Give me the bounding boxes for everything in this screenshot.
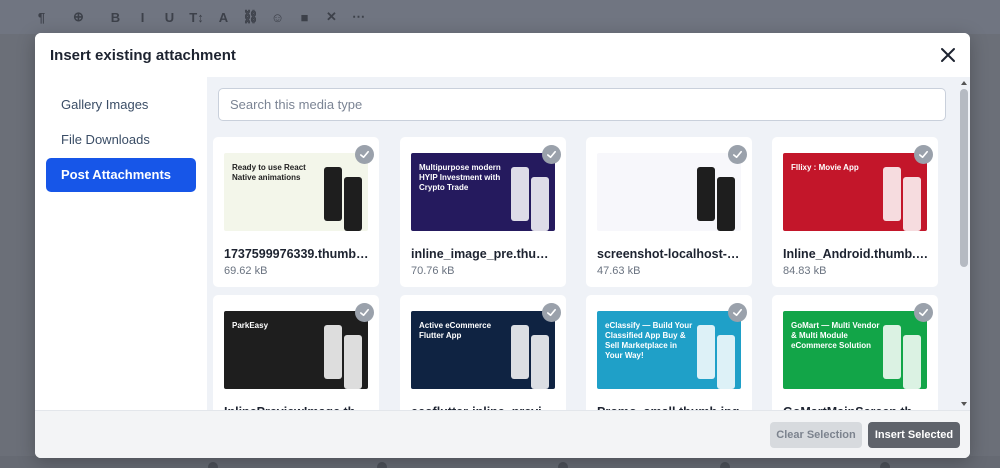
select-checkmark-icon[interactable] — [728, 303, 747, 322]
select-checkmark-icon[interactable] — [355, 303, 374, 322]
clear-selection-button[interactable]: Clear Selection — [770, 422, 862, 448]
phone-mockup-image — [697, 167, 715, 221]
text-size-icon: T↕ — [189, 9, 204, 25]
phone-mockup-image — [903, 177, 921, 231]
modal-header: Insert existing attachment — [35, 33, 970, 77]
scroll-down-arrow-icon[interactable] — [961, 402, 967, 406]
attachment-card[interactable]: screenshot-localhost-2024… 47.63 kB — [586, 137, 752, 287]
attachment-thumbnail: GoMart — Multi Vendor & Multi Module eCo… — [783, 311, 927, 389]
attachment-thumbnail: eClassify — Build Your Classified App Bu… — [597, 311, 741, 389]
thumbnail-caption: Fllixy : Movie App — [791, 163, 859, 172]
attachment-filename: inline_image_pre.thumb.jpg — [411, 247, 559, 261]
attachment-card[interactable]: Active eCommerce Flutter Appecoflutter-i… — [400, 295, 566, 410]
sidebar-item-gallery-images[interactable]: Gallery Images — [46, 88, 196, 122]
attachment-thumbnail — [597, 153, 741, 231]
scroll-up-arrow-icon[interactable] — [961, 81, 967, 85]
phone-mockup-image — [344, 335, 362, 389]
attachment-card[interactable]: Multipurpose modern HYIP Investment with… — [400, 137, 566, 287]
attachment-thumbnail: Active eCommerce Flutter App — [411, 311, 555, 389]
phone-mockup-image — [717, 335, 735, 389]
search-input[interactable] — [218, 88, 946, 121]
media-type-sidebar: Gallery Images File Downloads Post Attac… — [35, 77, 207, 410]
clear-format-icon: ✕ — [326, 9, 337, 24]
attachment-card[interactable]: Fllixy : Movie App Inline_Android.thumb.j… — [772, 137, 938, 287]
phone-mockup-image — [531, 335, 549, 389]
select-checkmark-icon[interactable] — [542, 145, 561, 164]
close-button[interactable] — [938, 45, 958, 65]
attachment-filename: Inline_Android.thumb.jpg — [783, 247, 931, 261]
attachment-card[interactable]: Ready to use React Native animations 1737… — [213, 137, 379, 287]
attachment-filesize: 69.62 kB — [224, 265, 268, 277]
thumbnail-caption: eClassify — Build Your Classified App Bu… — [605, 321, 693, 360]
underline-icon: U — [164, 9, 175, 25]
modal-footer: Clear Selection Insert Selected — [35, 410, 970, 458]
thumbnail-caption: Multipurpose modern HYIP Investment with… — [419, 163, 501, 192]
insert-icon: ⊕ — [73, 9, 84, 24]
more-icon: ⋯ — [352, 9, 365, 24]
phone-mockup-image — [883, 325, 901, 379]
attachment-filename: screenshot-localhost-2024… — [597, 247, 745, 261]
italic-icon: I — [140, 9, 145, 25]
attachment-thumbnail: Fllixy : Movie App — [783, 153, 927, 231]
attachment-card[interactable]: GoMart — Multi Vendor & Multi Module eCo… — [772, 295, 938, 410]
insert-selected-button[interactable]: Insert Selected — [868, 422, 960, 448]
emoji-icon: ☺ — [270, 9, 285, 25]
phone-mockup-image — [324, 325, 342, 379]
paragraph-icon: ¶ — [37, 9, 46, 25]
thumbnail-caption: Active eCommerce Flutter App — [419, 321, 492, 340]
phone-mockup-image — [511, 325, 529, 379]
thumbnail-caption: GoMart — Multi Vendor & Multi Module eCo… — [791, 321, 880, 350]
select-checkmark-icon[interactable] — [914, 145, 933, 164]
scrollbar-thumb[interactable] — [960, 89, 968, 267]
phone-mockup-image — [511, 167, 529, 221]
text-style-icon: A — [218, 9, 229, 25]
sidebar-item-post-attachments[interactable]: Post Attachments — [46, 158, 196, 192]
close-icon — [941, 48, 955, 62]
phone-mockup-image — [344, 177, 362, 231]
phone-mockup-image — [324, 167, 342, 221]
attachment-card[interactable]: eClassify — Build Your Classified App Bu… — [586, 295, 752, 410]
select-checkmark-icon[interactable] — [914, 303, 933, 322]
select-checkmark-icon[interactable] — [355, 145, 374, 164]
attachment-filesize: 70.76 kB — [411, 265, 455, 277]
link-icon: ⛓ — [242, 9, 259, 24]
attachment-filesize: 84.83 kB — [783, 265, 827, 277]
attachment-thumbnail: ParkEasy — [224, 311, 368, 389]
sidebar-item-file-downloads[interactable]: File Downloads — [46, 123, 196, 157]
attachment-filename: 1737599976339.thumb.png — [224, 247, 372, 261]
attachment-filesize: 47.63 kB — [597, 265, 641, 277]
thumbnail-caption: Ready to use React Native animations — [232, 163, 306, 182]
phone-mockup-image — [883, 167, 901, 221]
modal-title: Insert existing attachment — [50, 47, 236, 64]
phone-mockup-image — [531, 177, 549, 231]
select-checkmark-icon[interactable] — [728, 145, 747, 164]
thumbnail-caption: ParkEasy — [232, 321, 269, 330]
attachment-thumbnail: Multipurpose modern HYIP Investment with… — [411, 153, 555, 231]
modal-body: Gallery Images File Downloads Post Attac… — [35, 77, 970, 410]
editor-toolbar: ¶ ⊕ B I U T↕ A ⛓ ☺ ■ ✕ ⋯ — [0, 0, 1000, 34]
scrollbar[interactable] — [958, 77, 970, 410]
comment-icon: ■ — [300, 9, 309, 25]
attachment-thumbnail: Ready to use React Native animations — [224, 153, 368, 231]
insert-attachment-modal: Insert existing attachment Gallery Image… — [35, 33, 970, 458]
media-content: Ready to use React Native animations 1737… — [207, 77, 970, 410]
phone-mockup-image — [903, 335, 921, 389]
phone-mockup-image — [717, 177, 735, 231]
select-checkmark-icon[interactable] — [542, 303, 561, 322]
attachment-card[interactable]: ParkEasyInlinePreviewImage.thumb… — [213, 295, 379, 410]
bold-icon: B — [110, 9, 121, 25]
phone-mockup-image — [697, 325, 715, 379]
